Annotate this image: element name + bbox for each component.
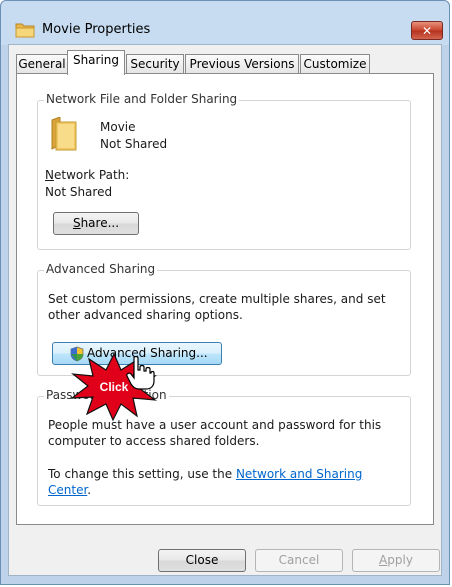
folder-icon bbox=[51, 117, 77, 151]
tab-label: Previous Versions bbox=[189, 57, 295, 71]
window-title: Movie Properties bbox=[42, 22, 151, 37]
button-label: Close bbox=[185, 553, 219, 567]
cancel-button[interactable]: Cancel bbox=[255, 549, 343, 572]
apply-button[interactable]: Apply bbox=[352, 549, 440, 572]
group-label: Advanced Sharing bbox=[44, 262, 158, 276]
tab-sharing[interactable]: Sharing bbox=[67, 50, 125, 75]
network-sharing-group: Network File and Folder Sharing Movie No… bbox=[37, 92, 411, 250]
network-path-label: Network Path: bbox=[45, 167, 129, 183]
accelerator-key: N bbox=[45, 168, 54, 182]
button-label: Cancel bbox=[278, 553, 320, 567]
label-rest: etwork Path: bbox=[53, 168, 130, 182]
folder-name: Movie bbox=[100, 120, 136, 134]
tab-previous-versions[interactable]: Previous Versions bbox=[185, 54, 299, 74]
sharing-panel: Network File and Folder Sharing Movie No… bbox=[16, 73, 434, 525]
hand-pointer-icon bbox=[126, 356, 155, 390]
change-setting-suffix: . bbox=[87, 483, 92, 497]
tab-label: Customize bbox=[303, 57, 367, 71]
button-label-rest: pply bbox=[387, 553, 413, 567]
network-path-value: Not Shared bbox=[45, 185, 113, 199]
group-label: Network File and Folder Sharing bbox=[44, 92, 240, 106]
tab-label: Security bbox=[130, 57, 180, 71]
tab-label: Sharing bbox=[72, 53, 120, 67]
advanced-sharing-description: Set custom permissions, create multiple … bbox=[48, 292, 386, 322]
folder-icon bbox=[15, 23, 35, 38]
tab-security[interactable]: Security bbox=[126, 54, 184, 74]
title-bar[interactable]: Movie Properties ✕ bbox=[1, 1, 449, 45]
folder-share-status: Not Shared bbox=[100, 137, 168, 151]
tab-customize[interactable]: Customize bbox=[300, 54, 370, 74]
share-button[interactable]: Share... bbox=[53, 212, 139, 235]
close-window-button[interactable]: ✕ bbox=[411, 21, 443, 40]
accelerator-key: S bbox=[72, 216, 81, 230]
change-setting-prefix: To change this setting, use the bbox=[48, 467, 236, 481]
close-button[interactable]: Close bbox=[158, 549, 246, 572]
tab-label: General bbox=[18, 57, 66, 71]
change-setting-text: To change this setting, use the Network … bbox=[48, 466, 408, 498]
button-label-rest: hare... bbox=[80, 216, 120, 230]
tab-general[interactable]: General bbox=[16, 54, 68, 74]
